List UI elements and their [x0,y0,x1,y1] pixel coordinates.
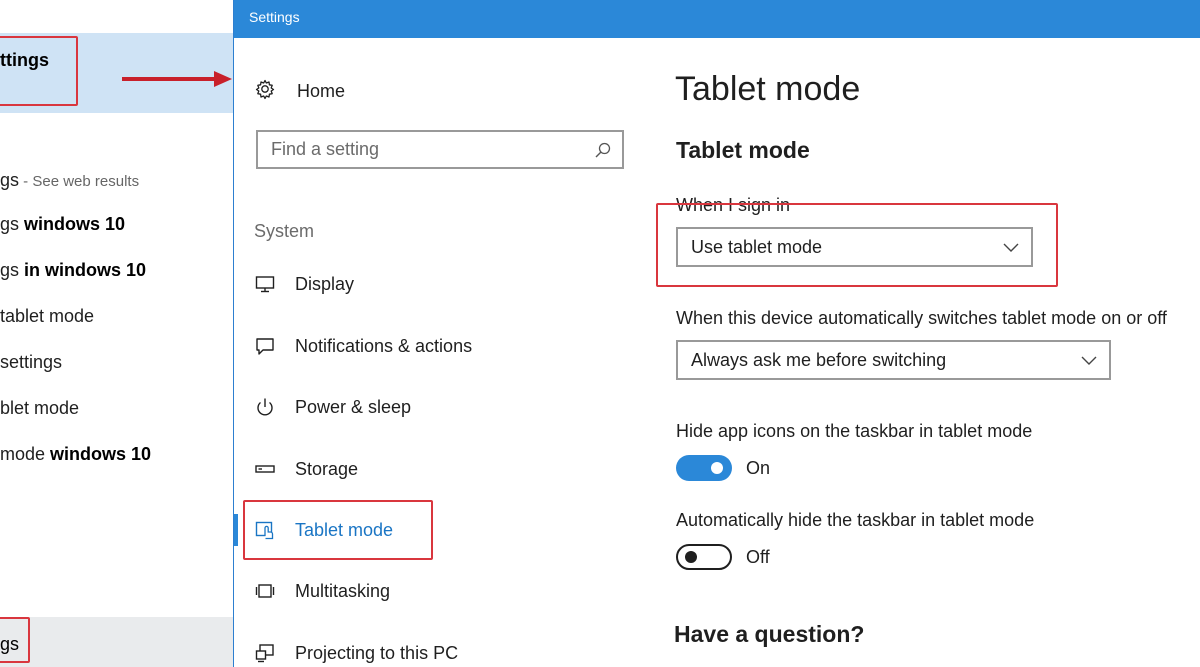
best-match-label: ttings [0,50,49,70]
window-title: Settings [249,9,300,25]
nav-section-header: System [254,221,315,241]
power-icon [254,396,276,418]
chevron-down-icon [1003,240,1019,259]
nav-item-notifications[interactable]: Notifications & actions [254,332,472,360]
nav-item-power[interactable]: Power & sleep [254,393,411,421]
sign-in-label: When I sign in [676,195,791,215]
result-text: gs [0,170,20,190]
nav-item-multitasking[interactable]: Multitasking [254,577,390,605]
tablet-mode-icon [254,519,276,541]
hide-taskbar-label: Automatically hide the taskbar in tablet… [676,510,1035,530]
annotation-arrowhead [214,71,232,87]
settings-window: Settings Home System Display Notificatio… [233,0,1200,667]
nav-item-label: Notifications & actions [295,335,473,356]
hide-taskbar-toggle[interactable] [676,544,732,570]
search-result-suggestion[interactable]: gs in windows 10 [0,260,146,281]
annotation-arrow [122,77,218,81]
search-icon[interactable] [594,141,612,164]
gear-icon [254,78,276,105]
result-hint: - See web results [19,173,140,190]
search-result-web[interactable]: gs - See web results [0,170,139,191]
nav-item-label: Multitasking [295,580,391,601]
search-box-bar[interactable] [0,617,233,667]
nav-item-storage[interactable]: Storage [254,455,358,483]
result-text: blet mode [0,398,80,418]
active-indicator [234,514,238,546]
have-a-question-heading: Have a question? [674,621,865,647]
result-text: gs [0,214,25,234]
result-bold: windows 10 [50,444,152,464]
nav-item-label: Tablet mode [295,519,394,540]
hide-icons-toggle[interactable] [676,455,732,481]
nav-home[interactable]: Home [254,78,345,104]
hide-icons-label: Hide app icons on the taskbar in tablet … [676,421,1033,441]
toggle-knob [685,551,697,563]
switch-value: Always ask me before switching [691,349,947,370]
switch-label: When this device automatically switches … [676,308,1167,328]
find-setting-box[interactable] [256,130,624,169]
storage-icon [254,458,276,480]
result-text: mode [0,444,51,464]
projecting-icon [254,642,276,664]
result-text: settings [0,352,63,372]
nav-item-display[interactable]: Display [254,270,354,298]
sign-in-value: Use tablet mode [691,236,823,257]
result-bold: in windows 10 [24,260,147,280]
search-result-suggestion[interactable]: blet mode [0,398,79,419]
nav-item-tablet-mode[interactable]: Tablet mode [254,516,393,544]
toggle-knob [711,462,723,474]
search-result-suggestion[interactable]: mode windows 10 [0,444,151,465]
display-icon [254,273,276,295]
result-text: tablet mode [0,306,95,326]
notifications-icon [254,335,276,357]
section-title: Tablet mode [676,137,810,163]
search-result-suggestion[interactable]: settings [0,352,62,373]
nav-home-label: Home [297,80,346,101]
best-match-result[interactable] [0,33,233,113]
chevron-down-icon [1081,353,1097,372]
nav-item-label: Projecting to this PC [295,642,459,663]
multitasking-icon [254,580,276,602]
search-result-suggestion[interactable]: tablet mode [0,306,94,327]
search-result-suggestion[interactable]: gs windows 10 [0,214,125,235]
result-text: gs [0,260,25,280]
sign-in-dropdown[interactable]: Use tablet mode [676,227,1033,267]
nav-item-label: Storage [295,458,359,479]
nav-item-label: Display [295,273,355,294]
nav-item-projecting[interactable]: Projecting to this PC [254,639,458,667]
nav-item-label: Power & sleep [295,396,412,417]
page-title: Tablet mode [675,70,861,108]
hide-icons-state: On [746,458,771,478]
switch-dropdown[interactable]: Always ask me before switching [676,340,1111,380]
title-bar[interactable]: Settings [234,0,1200,38]
result-bold: windows 10 [24,214,126,234]
start-search-panel: ttings gs - See web results gs windows 1… [0,0,233,667]
search-query-text: gs [0,634,20,654]
find-setting-input[interactable] [271,139,591,160]
hide-taskbar-state: Off [746,547,770,567]
